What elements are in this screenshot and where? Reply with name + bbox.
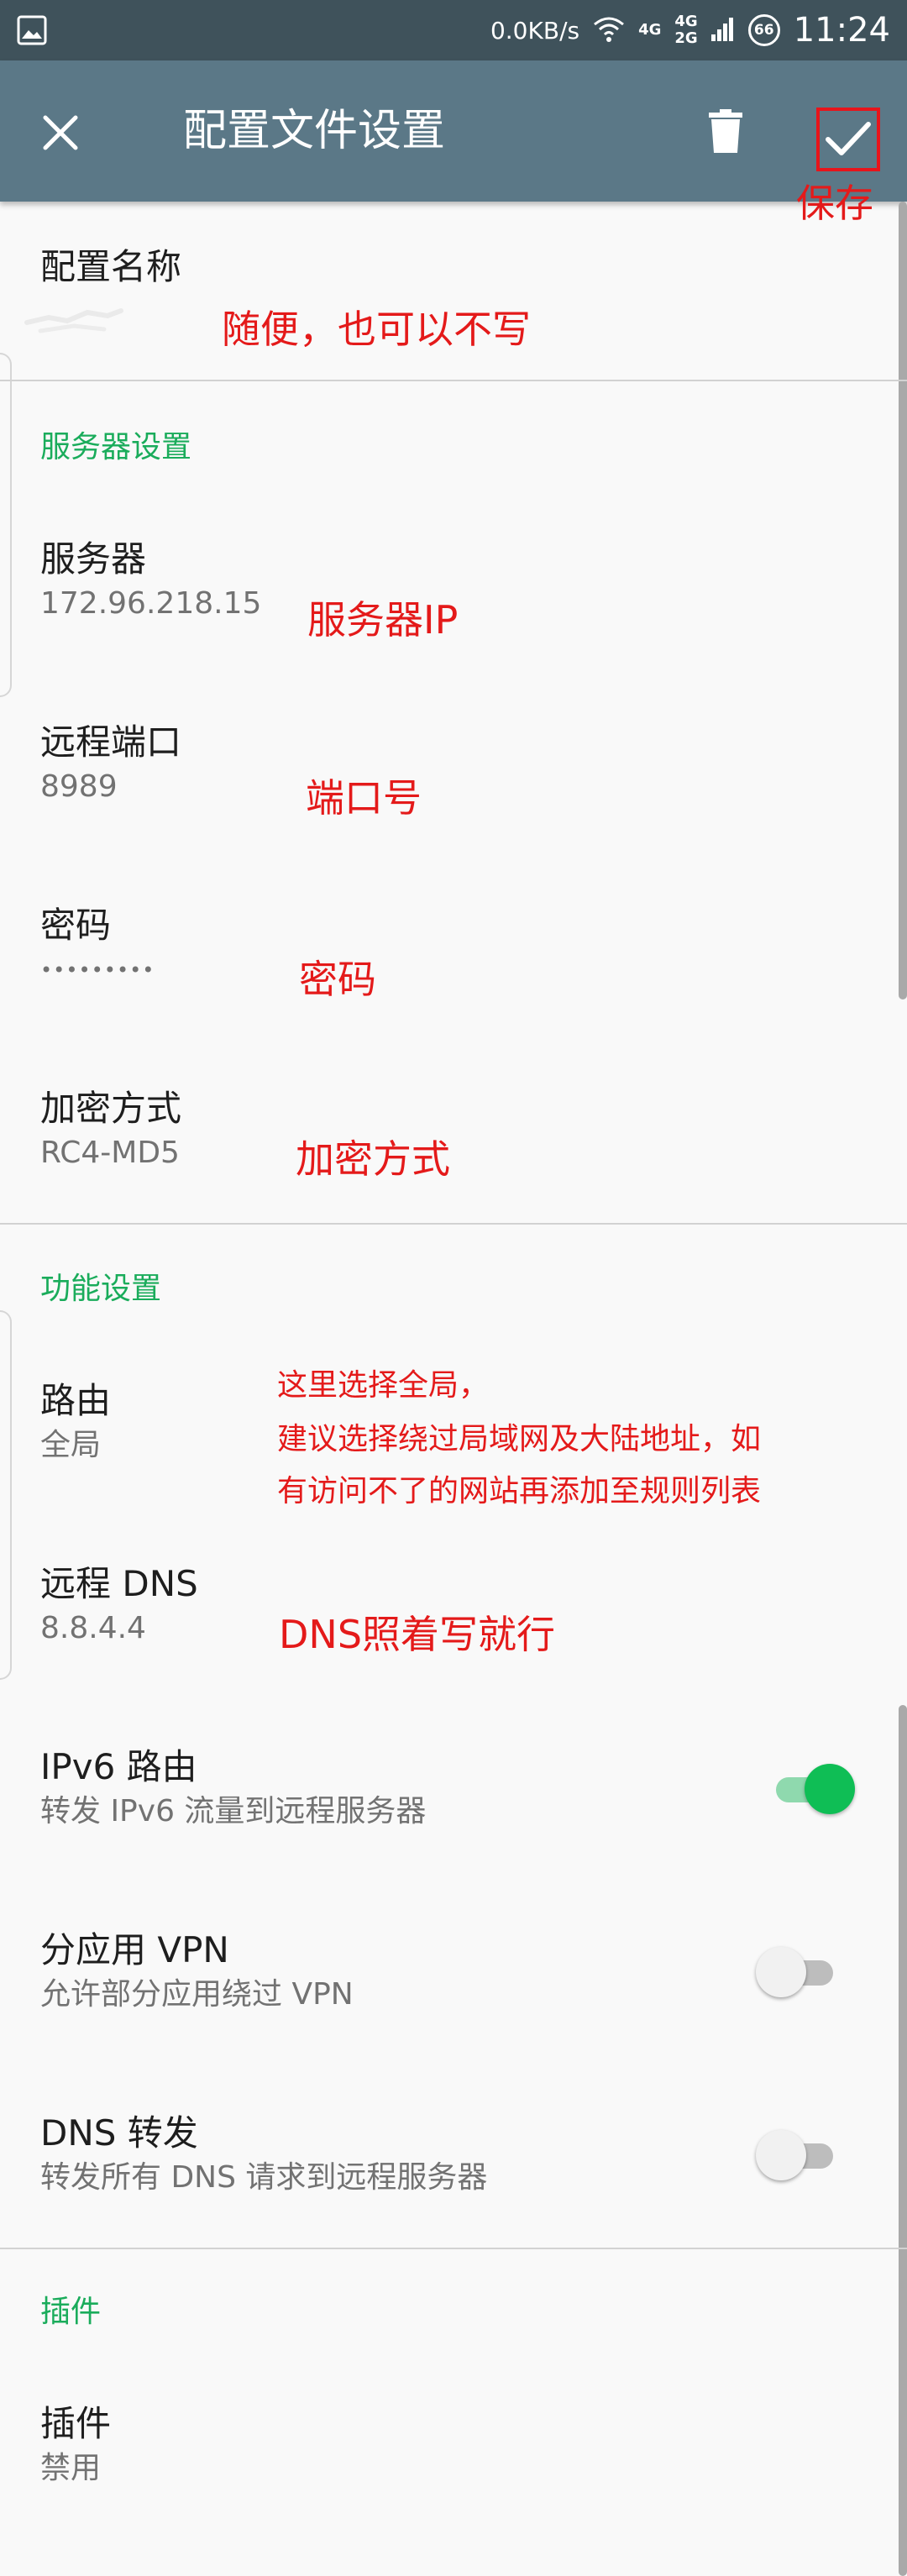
plugin-label: 插件 (40, 2403, 112, 2444)
save-button[interactable] (816, 108, 880, 171)
per-app-vpn-description: 允许部分应用绕过 VPN (40, 1977, 354, 2012)
network-speed: 0.0KB/s (490, 16, 580, 45)
check-icon (826, 122, 871, 155)
ipv6-route-description: 转发 IPv6 流量到远程服务器 (40, 1794, 427, 1828)
per-app-vpn-label: 分应用 VPN (40, 1929, 229, 1970)
encryption-method-setting[interactable]: 加密方式 RC4-MD5 (40, 1085, 181, 1174)
network-type-b: 4G 2G (674, 13, 698, 47)
route-setting[interactable]: 路由 全局 (40, 1377, 111, 1466)
section-header-features: 功能设置 (40, 1272, 162, 1306)
annotation-route-line3: 有访问不了的网站再添加至规则列表 (277, 1474, 762, 1508)
status-bar: 0.0KB/s 4G 4G 2G 66 11:24 (0, 0, 907, 60)
gallery-icon (17, 15, 47, 45)
server-setting[interactable]: 服务器 172.96.218.15 (40, 536, 261, 625)
ipv6-route-toggle[interactable] (771, 1763, 855, 1815)
app-bar: 配置文件设置 (0, 60, 907, 202)
section-header-plugin: 插件 (40, 2295, 102, 2329)
dns-forward-toggle[interactable] (756, 2129, 840, 2181)
clock: 11:24 (793, 11, 890, 50)
signal-icon (710, 16, 735, 45)
network-type-a: 4G (638, 21, 662, 39)
edge-indicator (0, 1310, 12, 1680)
route-label: 路由 (40, 1380, 112, 1421)
divider (0, 2248, 907, 2249)
dns-forward-description: 转发所有 DNS 请求到远程服务器 (40, 2160, 488, 2195)
annotation-name: 随便，也可以不写 (222, 307, 531, 352)
annotation-save: 保存 (796, 181, 873, 226)
annotation-password: 密码 (299, 957, 376, 1002)
annotation-dns: DNS照着写就行 (279, 1612, 556, 1657)
annotation-server: 服务器IP (307, 597, 459, 643)
password-label: 密码 (40, 905, 112, 946)
per-app-vpn-setting[interactable]: 分应用 VPN 允许部分应用绕过 VPN (40, 1927, 354, 2016)
scrollbar[interactable] (899, 1705, 907, 2576)
server-label: 服务器 (40, 538, 147, 580)
plugin-setting[interactable]: 插件 禁用 (40, 2400, 111, 2489)
remote-dns-label: 远程 DNS (40, 1563, 198, 1604)
server-value: 172.96.218.15 (40, 586, 262, 621)
profile-name-label: 配置名称 (40, 246, 182, 287)
page-title: 配置文件设置 (183, 106, 446, 156)
ipv6-route-setting[interactable]: IPv6 路由 转发 IPv6 流量到远程服务器 (40, 1744, 426, 1833)
close-icon[interactable] (30, 102, 91, 163)
annotation-route-line1: 这里选择全局， (277, 1368, 490, 1403)
port-value: 8989 (40, 769, 118, 804)
plugin-value: 禁用 (40, 2451, 102, 2485)
port-setting[interactable]: 远程端口 8989 (40, 719, 181, 808)
annotation-route-line2: 建议选择绕过局域网及大陆地址，如 (277, 1422, 762, 1456)
section-header-server: 服务器设置 (40, 430, 192, 464)
scrollbar[interactable] (899, 202, 907, 999)
divider (0, 380, 907, 381)
dns-forward-setting[interactable]: DNS 转发 转发所有 DNS 请求到远程服务器 (40, 2110, 487, 2199)
delete-icon[interactable] (695, 101, 756, 161)
divider (0, 1223, 907, 1225)
remote-dns-value: 8.8.4.4 (40, 1611, 146, 1645)
annotation-port: 端口号 (306, 775, 422, 821)
remote-dns-setting[interactable]: 远程 DNS 8.8.4.4 (40, 1561, 198, 1650)
battery-indicator: 66 (747, 14, 780, 46)
annotation-method: 加密方式 (296, 1136, 450, 1182)
wifi-icon (593, 14, 625, 46)
password-setting[interactable]: 密码 ••••••••• (40, 902, 155, 991)
edge-indicator (0, 353, 12, 697)
profile-name-setting[interactable]: 配置名称 (40, 244, 181, 291)
per-app-vpn-toggle[interactable] (756, 1946, 840, 1998)
port-label: 远程端口 (40, 721, 182, 763)
password-value: ••••••••• (40, 958, 155, 982)
redacted-name-scribble (24, 308, 123, 333)
ipv6-route-label: IPv6 路由 (40, 1746, 197, 1787)
encryption-method-label: 加密方式 (40, 1088, 182, 1129)
encryption-method-value: RC4-MD5 (40, 1136, 180, 1170)
dns-forward-label: DNS 转发 (40, 2112, 198, 2154)
route-value: 全局 (40, 1428, 102, 1462)
